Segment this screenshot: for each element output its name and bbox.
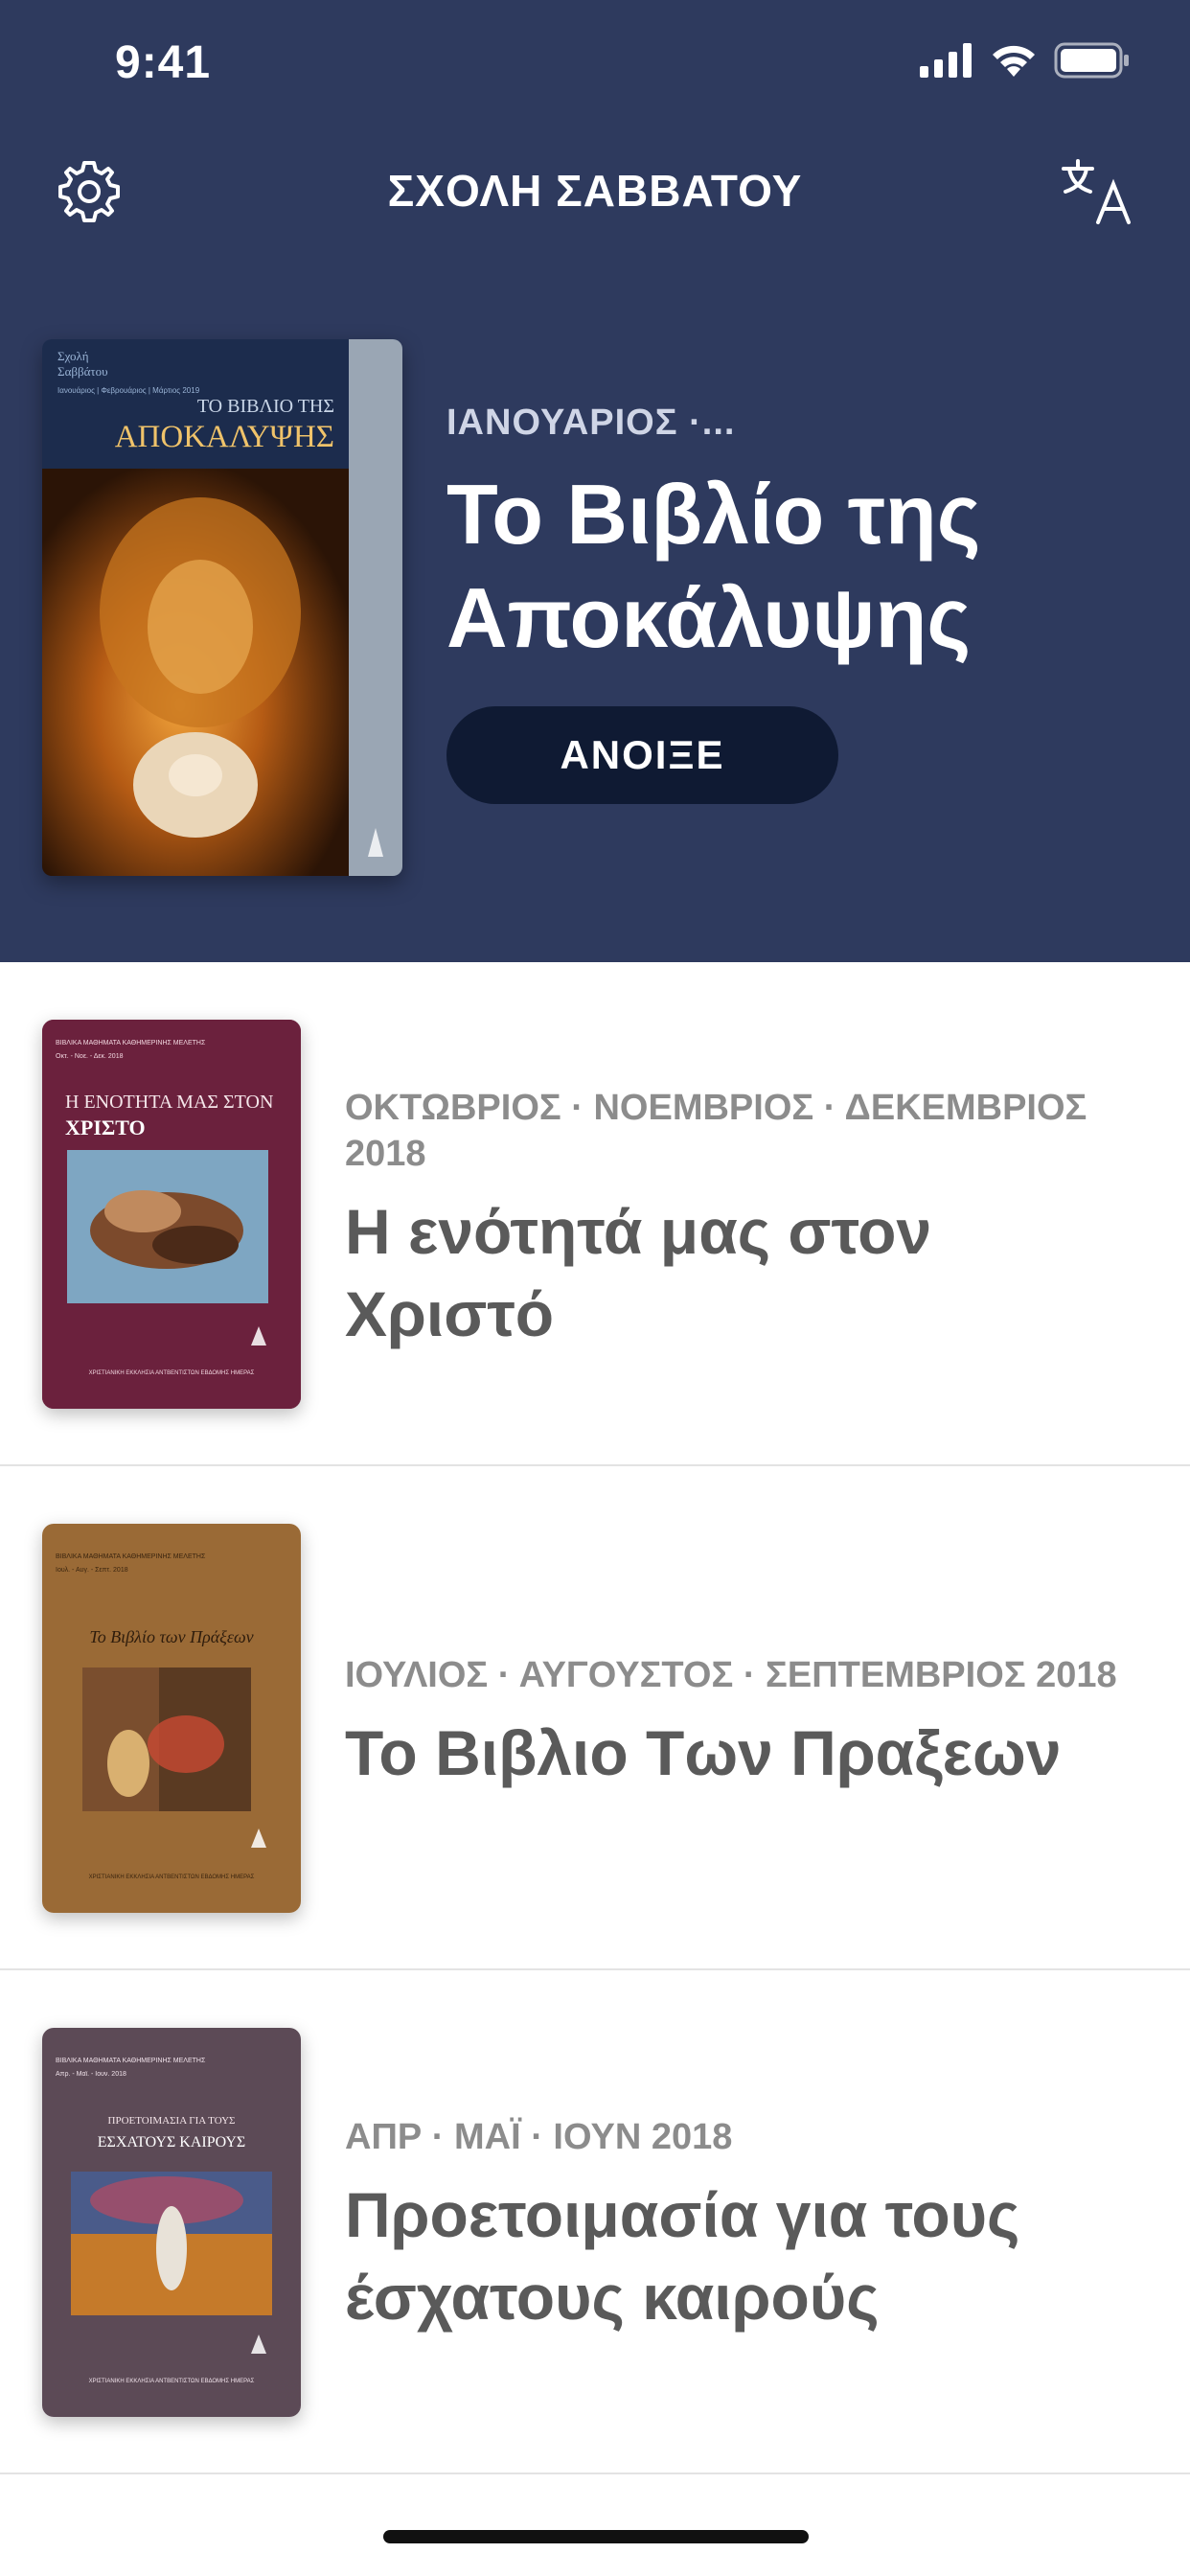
wifi-icon xyxy=(993,45,1035,77)
featured-title[interactable]: Το Βιβλίο της Αποκάλυψης xyxy=(446,463,1156,670)
cover-small-1: Σχολή xyxy=(57,349,89,363)
list-item[interactable]: ΒΙΒΛΙΚΑ ΜΑΘΗΜΑΤΑ ΚΑΘΗΜΕΡΙΝΗΣ ΜΕΛΕΤΗΣ Απρ… xyxy=(0,1970,1190,2474)
item-date: ΑΠΡ · ΜΑΪ · ΙΟΥΝ 2018 xyxy=(345,2117,733,2157)
cover-small: ΒΙΒΛΙΚΑ ΜΑΘΗΜΑΤΑ ΚΑΘΗΜΕΡΙΝΗΣ ΜΕΛΕΤΗΣ xyxy=(56,1040,206,1046)
cover-line-2: ΕΣΧΑΤΟΥΣ ΚΑΙΡΟΥΣ xyxy=(98,2134,246,2150)
cover-small-3: Ιανουάριος | Φεβρουάριος | Μάρτιος 2019 xyxy=(57,386,200,395)
cover-small: ΒΙΒΛΙΚΑ ΜΑΘΗΜΑΤΑ ΚΑΘΗΜΕΡΙΝΗΣ ΜΕΛΕΤΗΣ xyxy=(56,2058,206,2064)
featured-title-line-2: Αποκάλυψης xyxy=(446,570,972,665)
open-button[interactable]: ΑΝΟΙΞΕ xyxy=(446,706,838,804)
featured-info: ΙΑΝΟΥΑΡΙΟΣ ·... Το Βιβλίο της Αποκάλυψης xyxy=(446,402,1156,670)
cover-small-2: Σαββάτου xyxy=(57,364,108,379)
item-text: ΙΟΥΛΙΟΣ · ΑΥΓΟΥΣΤΟΣ · ΣΕΠΤΕΜΒΡΙΟΣ 2018 Τ… xyxy=(345,1652,1150,1794)
cover-small-date: Ιουλ. - Αυγ. - Σεπτ. 2018 xyxy=(56,1567,128,1574)
status-time: 9:41 xyxy=(115,37,212,88)
featured-date: ΙΑΝΟΥΑΡΙΟΣ ·... xyxy=(446,402,736,443)
signal-icon xyxy=(920,43,972,78)
cover-line-2: ΑΠΟΚΑΛΥΨΗΣ xyxy=(115,420,334,454)
cover-footer: ΧΡΙΣΤΙΑΝΙΚΗ ΕΚΚΛΗΣΙΑ ΑΝΤΒΕΝΤΙΣΤΩΝ ΕΒΔΟΜΗ… xyxy=(89,2379,255,2384)
cover-footer: ΧΡΙΣΤΙΑΝΙΚΗ ΕΚΚΛΗΣΙΑ ΑΝΤΒΕΝΤΙΣΤΩΝ ΕΒΔΟΜΗ… xyxy=(89,1874,255,1880)
status-bar: 9:41 xyxy=(0,0,1190,128)
cover-image: ΒΙΒΛΙΚΑ ΜΑΘΗΜΑΤΑ ΚΑΘΗΜΕΡΙΝΗΣ ΜΕΛΕΤΗΣ Ιου… xyxy=(42,1524,301,1913)
translate-icon[interactable] xyxy=(1060,157,1136,226)
cover-image: ΒΙΒΛΙΚΑ ΜΑΘΗΜΑΤΑ ΚΑΘΗΜΕΡΙΝΗΣ ΜΕΛΕΤΗΣ Απρ… xyxy=(42,2028,301,2417)
item-title: Η ενότητά μας στον Χριστό xyxy=(345,1196,932,1349)
home-indicator[interactable] xyxy=(383,2530,809,2543)
nav-bar: ΣΧΟΛΗ ΣΑΒΒΑΤΟΥ xyxy=(0,144,1190,240)
featured-cover-image[interactable]: Σχολή Σαββάτου Ιανουάριος | Φεβρουάριος … xyxy=(42,339,402,876)
cover-line-1: Η ΕΝΟΤΗΤΑ ΜΑΣ ΣΤΟΝ xyxy=(65,1092,273,1113)
header-banner: 9:41 ΣΧΟΛΗ ΣΑΒΒΑΤΟΥ Σχολή Σαββάτου Ιανου… xyxy=(0,0,1190,962)
battery-icon xyxy=(1054,42,1129,79)
list-item[interactable]: ΒΙΒΛΙΚΑ ΜΑΘΗΜΑΤΑ ΚΑΘΗΜΕΡΙΝΗΣ ΜΕΛΕΤΗΣ Οκτ… xyxy=(0,962,1190,1466)
list-item[interactable]: ΒΙΒΛΙΚΑ ΜΑΘΗΜΑΤΑ ΚΑΘΗΜΕΡΙΝΗΣ ΜΕΛΕΤΗΣ Ιου… xyxy=(0,1466,1190,1970)
cover-line-2: ΧΡΙΣΤΟ xyxy=(65,1116,146,1139)
featured-title-line-1: Το Βιβλίο της xyxy=(446,467,981,562)
page-title: ΣΧΟΛΗ ΣΑΒΒΑΤΟΥ xyxy=(387,166,803,216)
cover-small: ΒΙΒΛΙΚΑ ΜΑΘΗΜΑΤΑ ΚΑΘΗΜΕΡΙΝΗΣ ΜΕΛΕΤΗΣ xyxy=(56,1553,206,1560)
cover-line-1: ΠΡΟΕΤΟΙΜΑΣΙΑ ΓΙΑ ΤΟΥΣ xyxy=(108,2115,236,2127)
cover-line-1: Το Βιβλίο των Πράξεων xyxy=(89,1627,253,1646)
item-date: ΟΚΤΩΒΡΙΟΣ · ΝΟΕΜΒΡΙΟΣ · ΔΕΚΕΜΒΡΙΟΣ 2018 xyxy=(345,1088,1087,1174)
cover-image: ΒΙΒΛΙΚΑ ΜΑΘΗΜΑΤΑ ΚΑΘΗΜΕΡΙΝΗΣ ΜΕΛΕΤΗΣ Οκτ… xyxy=(42,1020,301,1409)
cover-footer: ΧΡΙΣΤΙΑΝΙΚΗ ΕΚΚΛΗΣΙΑ ΑΝΤΒΕΝΤΙΣΤΩΝ ΕΒΔΟΜΗ… xyxy=(89,1370,255,1376)
item-text: ΑΠΡ · ΜΑΪ · ΙΟΥΝ 2018 Προετοιμασία για τ… xyxy=(345,2114,1150,2338)
cover-small-date: Απρ. - Μαϊ. - Ιουν. 2018 xyxy=(56,2071,126,2078)
cover-small-date: Οκτ. - Νοε. - Δεκ. 2018 xyxy=(56,1053,124,1060)
cover-line-1: ΤΟ ΒΙΒΛΙΟ ΤΗΣ xyxy=(197,396,334,417)
status-icons xyxy=(920,42,1131,79)
item-title: Το Βιβλιο Των Πραξεων xyxy=(345,1717,1062,1788)
item-title: Προετοιμασία για τους έσχατους καιρούς xyxy=(345,2179,1020,2333)
item-text: ΟΚΤΩΒΡΙΟΣ · ΝΟΕΜΒΡΙΟΣ · ΔΕΚΕΜΒΡΙΟΣ 2018 … xyxy=(345,1085,1150,1355)
item-date: ΙΟΥΛΙΟΣ · ΑΥΓΟΥΣΤΟΣ · ΣΕΠΤΕΜΒΡΙΟΣ 2018 xyxy=(345,1655,1117,1695)
